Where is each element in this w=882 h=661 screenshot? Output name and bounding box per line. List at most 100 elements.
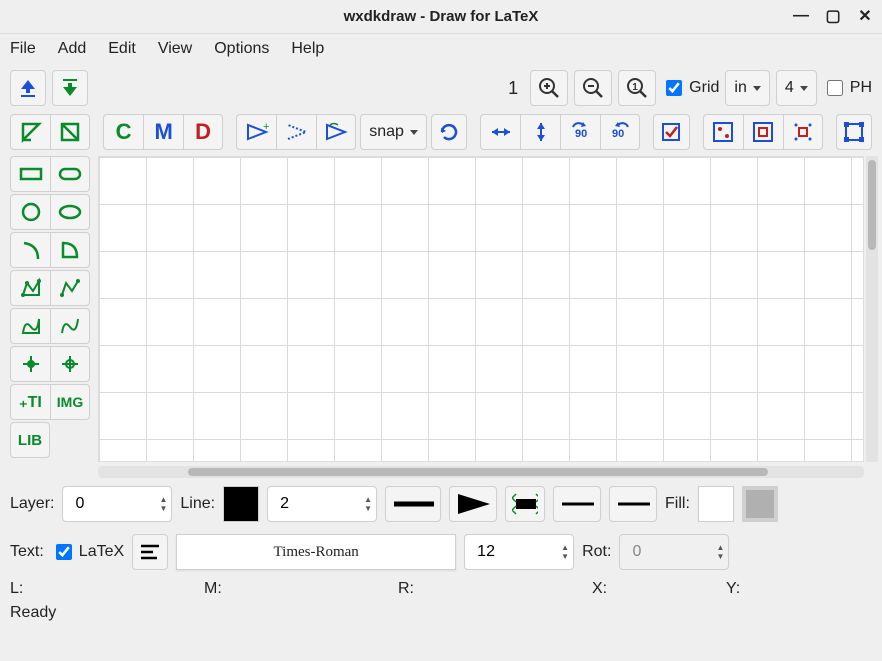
menu-add[interactable]: Add	[58, 40, 86, 58]
line-cap-icon	[512, 492, 538, 516]
minimize-button[interactable]: —	[792, 7, 810, 25]
snap-select[interactable]: snap	[360, 114, 427, 150]
font-select[interactable]: Times-Roman	[176, 534, 456, 570]
select-rect-button[interactable]	[50, 114, 90, 150]
fill-pattern-swatch[interactable]	[742, 486, 778, 522]
layer-spinner[interactable]: ▲▼	[62, 486, 172, 522]
move-button[interactable]: M	[143, 114, 183, 150]
grid-unit-select[interactable]: in	[725, 70, 769, 106]
zoom-out-button[interactable]	[574, 70, 612, 106]
arrow-up-icon	[17, 77, 39, 99]
spinner-up-icon[interactable]: ▲	[716, 544, 724, 552]
grid-subdiv-select[interactable]: 4	[776, 70, 817, 106]
fill-color-swatch[interactable]	[698, 486, 734, 522]
flip-h-button[interactable]	[480, 114, 520, 150]
menu-options[interactable]: Options	[214, 40, 269, 58]
line-dash1-button[interactable]	[553, 486, 601, 522]
spinner-up-icon[interactable]: ▲	[364, 496, 372, 504]
polyline-open-icon	[58, 277, 82, 299]
spinner-up-icon[interactable]: ▲	[159, 496, 167, 504]
line-dash2-button[interactable]	[609, 486, 657, 522]
ph-checkbox[interactable]: PH	[823, 77, 872, 99]
spinner-down-icon[interactable]: ▼	[364, 505, 372, 513]
line-color-swatch[interactable]	[223, 486, 259, 522]
zoom-in-button[interactable]	[530, 70, 568, 106]
menu-view[interactable]: View	[158, 40, 192, 58]
image-tool[interactable]: IMG	[50, 384, 90, 420]
align-left-button[interactable]	[132, 534, 168, 570]
status-message: Ready	[10, 604, 56, 621]
point-remove-button[interactable]	[276, 114, 316, 150]
vertical-scrollbar[interactable]	[866, 156, 878, 462]
snap-object-button[interactable]	[703, 114, 743, 150]
spline-closed-tool[interactable]	[10, 308, 50, 344]
spinner-up-icon[interactable]: ▲	[561, 544, 569, 552]
point-open-tool[interactable]	[50, 346, 90, 382]
refresh-button[interactable]	[431, 114, 467, 150]
font-size-spinner[interactable]: ▲▼	[464, 534, 574, 570]
arc-tool[interactable]	[10, 232, 50, 268]
point-move-button[interactable]	[316, 114, 356, 150]
delete-button[interactable]: D	[183, 114, 223, 150]
line-style-button[interactable]	[385, 486, 441, 522]
flip-v-button[interactable]	[520, 114, 560, 150]
layer-input[interactable]	[73, 494, 153, 514]
spinner-down-icon[interactable]: ▼	[716, 553, 724, 561]
spline-open-tool[interactable]	[50, 308, 90, 344]
grid-subdiv-value: 4	[785, 79, 794, 97]
scrollbar-thumb[interactable]	[188, 468, 768, 476]
circle-tool[interactable]	[10, 194, 50, 230]
drawing-canvas[interactable]	[98, 156, 864, 462]
menu-edit[interactable]: Edit	[108, 40, 136, 58]
point-filled-tool[interactable]	[10, 346, 50, 382]
spline-open-icon	[58, 315, 82, 337]
rotation-input[interactable]	[630, 542, 710, 562]
spinner-down-icon[interactable]: ▼	[561, 553, 569, 561]
point-add-button[interactable]: +	[236, 114, 276, 150]
line-cap-button[interactable]	[505, 486, 545, 522]
bounds-button[interactable]	[836, 114, 872, 150]
titlebar: wxdkdraw - Draw for LaTeX — ▢ ✕	[0, 0, 882, 34]
zoom-value: 1	[508, 78, 518, 99]
line-width-spinner[interactable]: ▲▼	[267, 486, 377, 522]
snap-center-button[interactable]	[783, 114, 823, 150]
grid-checkbox[interactable]: Grid	[662, 77, 719, 99]
check-button[interactable]	[653, 114, 689, 150]
font-size-input[interactable]	[475, 542, 555, 562]
main-area: ₊TI IMG LIB	[0, 154, 882, 464]
rotation-spinner[interactable]: ▲▼	[619, 534, 729, 570]
arrow-start-button[interactable]	[449, 486, 497, 522]
ellipse-icon	[58, 203, 82, 221]
rounded-rect-tool[interactable]	[50, 156, 90, 192]
ellipse-tool[interactable]	[50, 194, 90, 230]
window-title: wxdkdraw - Draw for LaTeX	[344, 8, 539, 25]
rotate-left-button[interactable]: 90	[560, 114, 600, 150]
scrollbar-thumb[interactable]	[868, 160, 876, 250]
menu-help[interactable]: Help	[291, 40, 324, 58]
spinner-down-icon[interactable]: ▼	[159, 505, 167, 513]
copy-button[interactable]: C	[103, 114, 143, 150]
line-dash2-icon	[616, 499, 650, 509]
rotate-right-icon: 90	[608, 121, 632, 143]
line-width-input[interactable]	[278, 494, 358, 514]
pie-tool[interactable]	[50, 232, 90, 268]
text-label: Text:	[10, 543, 44, 561]
polyline-closed-tool[interactable]	[10, 270, 50, 306]
layer-up-button[interactable]	[10, 70, 46, 106]
rotate-right-button[interactable]: 90	[600, 114, 640, 150]
grid-unit-value: in	[734, 79, 746, 97]
menu-file[interactable]: File	[10, 40, 36, 58]
latex-checkbox[interactable]: LaTeX	[52, 541, 124, 563]
snap-grid-button[interactable]	[743, 114, 783, 150]
library-tool[interactable]: LIB	[10, 422, 50, 458]
close-button[interactable]: ✕	[856, 6, 874, 26]
select-tool-button[interactable]	[10, 114, 50, 150]
layer-down-button[interactable]	[52, 70, 88, 106]
horizontal-scrollbar[interactable]	[98, 466, 864, 478]
text-tool[interactable]: ₊TI	[10, 384, 50, 420]
zoom-reset-button[interactable]: 1	[618, 70, 656, 106]
maximize-button[interactable]: ▢	[824, 6, 842, 26]
canvas-grid	[99, 157, 863, 461]
rectangle-tool[interactable]	[10, 156, 50, 192]
polyline-open-tool[interactable]	[50, 270, 90, 306]
